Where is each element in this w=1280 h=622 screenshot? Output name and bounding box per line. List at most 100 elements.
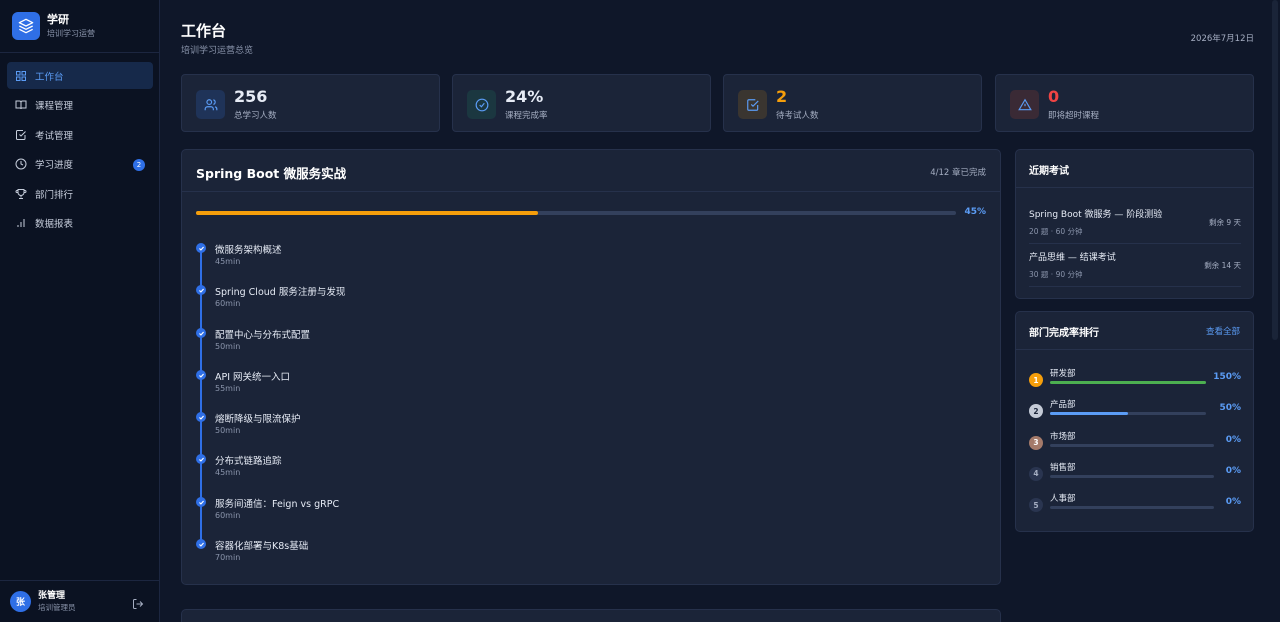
avatar: 张 <box>10 591 31 612</box>
scrollbar[interactable] <box>1270 0 1280 622</box>
lesson-duration: 50min <box>215 342 241 351</box>
sidebar-item-progress[interactable]: 学习进度 2 <box>7 151 153 178</box>
department-ranking-card: 部门完成率排行 查看全部 1 研发部 150% 2 产品部 50% 3 市场部 0% 4 销售部 0%… <box>1015 311 1254 532</box>
rank-badge: 2 <box>1029 404 1043 419</box>
department-rank-row[interactable]: 4 销售部 0% <box>1029 463 1241 485</box>
sidebar-item-label: 考试管理 <box>35 130 74 142</box>
lesson-name: 熔断降级与限流保护 <box>215 414 301 425</box>
completion-fill <box>1050 412 1128 416</box>
sidebar-item-reports[interactable]: 数据报表 <box>7 210 153 237</box>
stat-card-completion[interactable]: 24% 课程完成率 <box>452 74 711 132</box>
sidebar-item-label: 学习进度 <box>35 160 74 172</box>
next-section-card <box>181 609 1001 622</box>
divider <box>1029 243 1241 244</box>
brand[interactable]: 学研 培训学习运营 <box>12 12 95 40</box>
sidebar-nav: 工作台 课程管理 考试管理 学习进度 2 部门排行 数据报表 <box>7 62 153 240</box>
check-icon <box>196 454 206 464</box>
stat-card-overdue[interactable]: 0 即将超时课程 <box>995 74 1254 132</box>
check-icon <box>196 243 206 253</box>
user-name: 张管理 <box>38 591 66 601</box>
recent-exams-card: 近期考试 Spring Boot 微服务 — 阶段测验 20 题 · 60 分钟… <box>1015 149 1254 299</box>
completion-percent: 0% <box>1225 434 1241 445</box>
exam-remaining: 剩余 14 天 <box>1204 261 1241 270</box>
lesson-duration: 70min <box>215 553 241 562</box>
check-icon <box>196 412 206 422</box>
check-icon <box>196 539 206 549</box>
chapter-progress: 4/12 章已完成 <box>930 168 986 178</box>
department-rank-row[interactable]: 2 产品部 50% <box>1029 400 1241 422</box>
lesson-name: API 网关统一入口 <box>215 372 291 383</box>
stat-card-pending-exams[interactable]: 2 待考试人数 <box>723 74 982 132</box>
divider <box>182 191 1000 192</box>
notification-badge: 2 <box>133 158 145 171</box>
divider <box>0 580 159 581</box>
department-rank-row[interactable]: 1 研发部 150% <box>1029 369 1241 391</box>
course-title[interactable]: Spring Boot 微服务实战 <box>196 163 346 182</box>
divider <box>1016 187 1253 188</box>
trophy-icon <box>15 188 27 200</box>
page-subtitle: 培训学习运营总览 <box>181 46 254 56</box>
stat-card-learners[interactable]: 256 总学习人数 <box>181 74 440 132</box>
sidebar-item-dashboard[interactable]: 工作台 <box>7 62 153 89</box>
section-title: 近期考试 <box>1029 166 1069 177</box>
sidebar: 学研 培训学习运营 工作台 课程管理 考试管理 学习进度 2 部门排行 数据报表… <box>0 0 160 622</box>
divider <box>1016 349 1253 350</box>
progress-percent: 45% <box>964 207 986 217</box>
sidebar-item-label: 工作台 <box>35 71 64 83</box>
check-circle-icon <box>467 90 496 119</box>
completion-bar <box>1050 412 1206 416</box>
check-icon <box>196 328 206 338</box>
sidebar-item-label: 部门排行 <box>35 189 74 201</box>
exam-item[interactable]: 产品思维 — 结课考试 30 题 · 90 分钟 剩余 14 天 <box>1029 252 1241 280</box>
completion-bar <box>1050 506 1214 510</box>
user-profile[interactable]: 张 张管理 培训管理员 <box>10 590 76 613</box>
stat-label: 课程完成率 <box>505 111 548 121</box>
logout-icon[interactable] <box>132 595 144 609</box>
dashboard-icon <box>15 70 27 82</box>
sidebar-item-exams[interactable]: 考试管理 <box>7 121 153 148</box>
completion-percent: 0% <box>1225 465 1241 476</box>
bar-chart-icon <box>15 217 27 229</box>
page-title: 工作台 <box>181 22 227 40</box>
lesson-duration: 60min <box>215 511 241 520</box>
stat-value: 2 <box>776 87 788 106</box>
department-rank-row[interactable]: 5 人事部 0% <box>1029 494 1241 516</box>
department-rank-row[interactable]: 3 市场部 0% <box>1029 432 1241 454</box>
lesson-duration: 55min <box>215 384 241 393</box>
completion-percent: 150% <box>1213 372 1241 382</box>
course-progress-card: Spring Boot 微服务实战 4/12 章已完成 45% 微服务架构概述 … <box>181 149 1001 585</box>
stat-label: 待考试人数 <box>776 111 819 121</box>
checklist-icon <box>15 129 27 141</box>
department-name: 研发部 <box>1050 369 1076 379</box>
lesson-name: 配置中心与分布式配置 <box>215 330 311 341</box>
exam-item[interactable]: Spring Boot 微服务 — 阶段测验 20 题 · 60 分钟 剩余 9… <box>1029 209 1241 237</box>
rank-badge: 4 <box>1029 466 1043 481</box>
stat-value: 24% <box>505 87 544 106</box>
sidebar-item-ranking[interactable]: 部门排行 <box>7 180 153 207</box>
sidebar-item-courses[interactable]: 课程管理 <box>7 92 153 119</box>
lesson-name: 微服务架构概述 <box>215 245 282 256</box>
department-name: 产品部 <box>1050 400 1076 411</box>
progress-fill <box>196 211 538 215</box>
course-progress-bar <box>196 211 956 215</box>
check-icon <box>196 285 206 295</box>
view-all-link[interactable]: 查看全部 <box>1206 325 1240 337</box>
stat-label: 即将超时课程 <box>1048 111 1100 121</box>
sidebar-item-label: 课程管理 <box>35 101 74 113</box>
lesson-name: 服务间通信：Feign vs gRPC <box>215 499 340 510</box>
completion-percent: 0% <box>1225 497 1241 508</box>
rank-badge: 1 <box>1029 373 1043 387</box>
current-date: 2026年7月12日 <box>1190 34 1254 44</box>
rank-badge: 3 <box>1029 435 1043 450</box>
completion-fill <box>1050 381 1206 384</box>
scrollbar-thumb[interactable] <box>1272 0 1278 340</box>
completion-percent: 50% <box>1219 403 1241 414</box>
brand-subtitle: 培训学习运营 <box>47 28 95 38</box>
book-icon <box>15 99 27 111</box>
completion-bar <box>1050 474 1214 478</box>
lesson-name: Spring Cloud 服务注册与发现 <box>215 287 346 298</box>
department-name: 销售部 <box>1050 462 1076 473</box>
sidebar-item-label: 数据报表 <box>35 219 74 231</box>
department-name: 市场部 <box>1050 431 1076 442</box>
completion-bar <box>1050 381 1206 384</box>
